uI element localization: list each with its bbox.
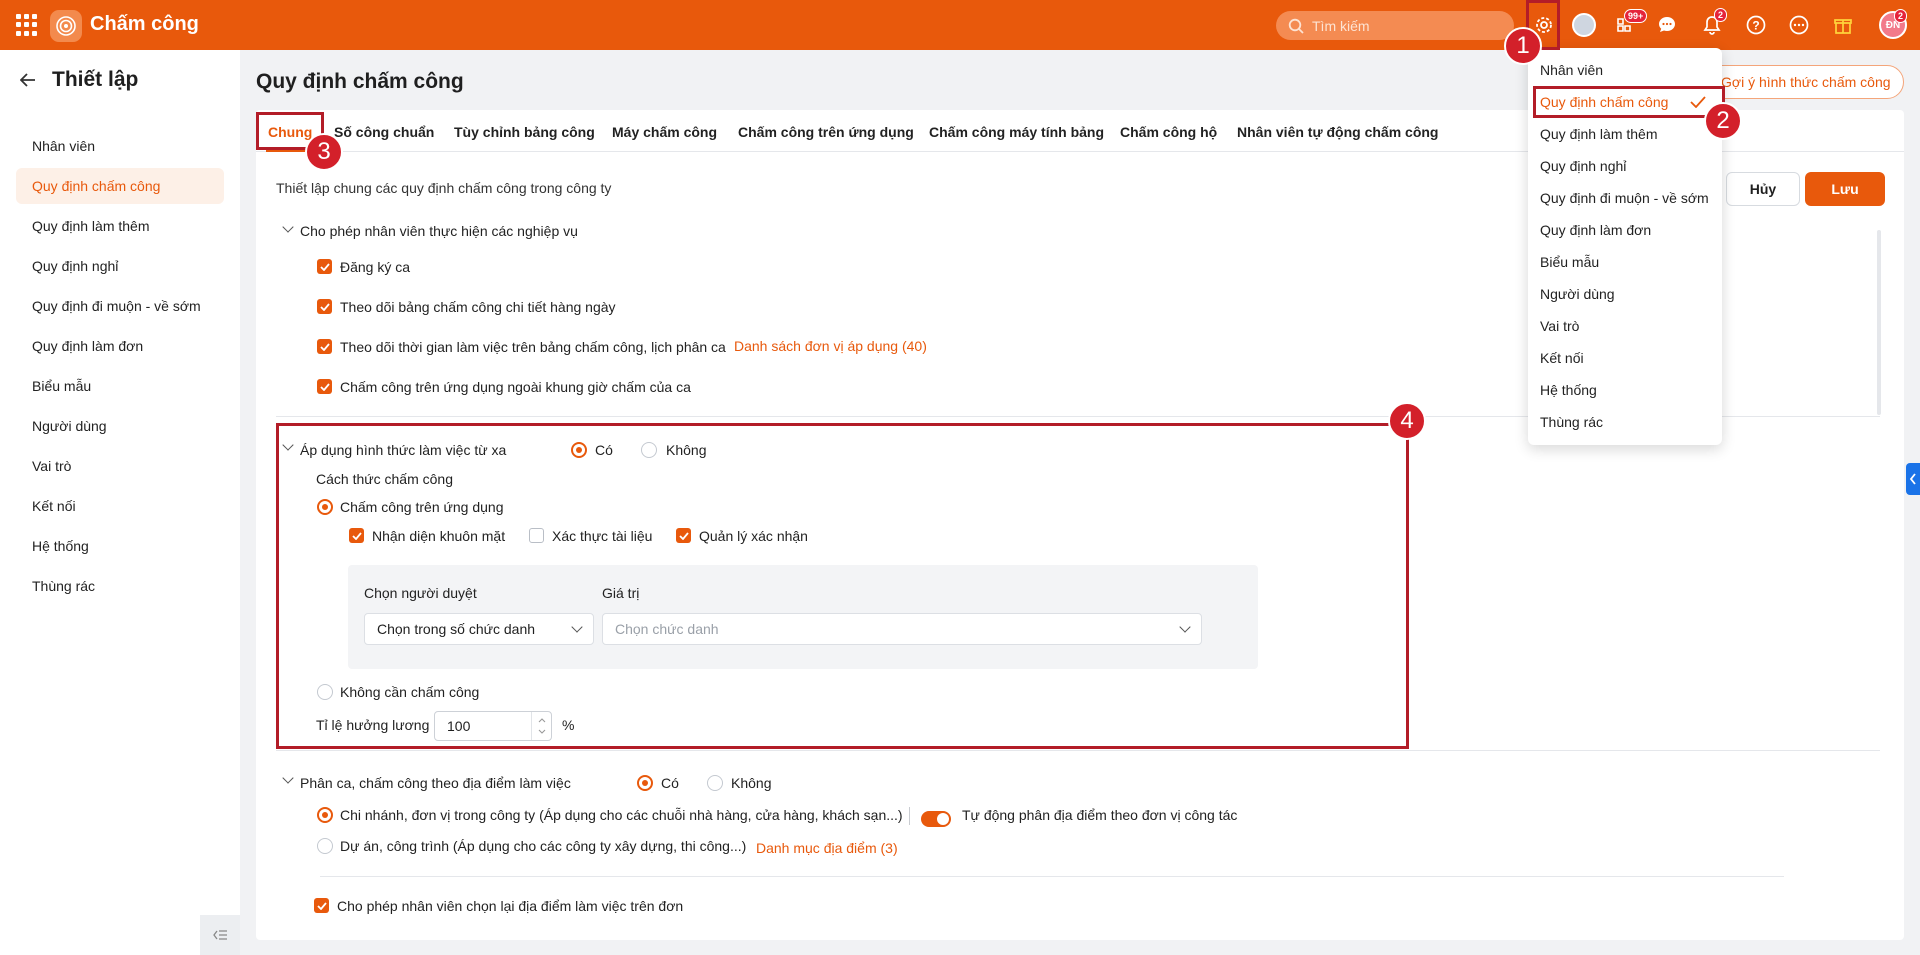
- menu-item-he-thong[interactable]: Hệ thống: [1528, 375, 1722, 405]
- annotation-marker-4: 4: [1388, 402, 1426, 440]
- checkbox-dang-ky-ca[interactable]: [317, 259, 332, 274]
- chevron-down-icon[interactable]: [282, 221, 294, 233]
- location-title: Phân ca, chấm công theo địa điểm làm việ…: [300, 775, 571, 791]
- app-logo-icon: [50, 10, 82, 42]
- gift-icon[interactable]: [1830, 12, 1856, 38]
- label-location-project: Dự án, công trình (Áp dụng cho các công …: [340, 838, 747, 854]
- sidebar-header: Thiết lập: [20, 68, 138, 92]
- link-danh-sach-don-vi[interactable]: Danh sách đơn vị áp dụng (40): [734, 338, 927, 354]
- sidebar-item-bieu-mau[interactable]: Biểu mẫu: [16, 368, 224, 404]
- svg-text:?: ?: [1752, 19, 1759, 33]
- top-bar: Chấm công Tìm kiếm 99+ 2 ? ĐN 2: [0, 0, 1920, 50]
- sidebar-item-nguoi-dung[interactable]: Người dùng: [16, 408, 224, 444]
- sidebar-item-he-thong[interactable]: Hệ thống: [16, 528, 224, 564]
- search-input[interactable]: Tìm kiếm: [1276, 11, 1514, 40]
- sidebar-item-nhan-vien[interactable]: Nhân viên: [16, 128, 224, 164]
- sidebar-title: Thiết lập: [52, 68, 139, 91]
- app-title[interactable]: Chấm công: [90, 13, 199, 36]
- save-button[interactable]: Lưu: [1805, 172, 1885, 206]
- radio-location-project[interactable]: [317, 838, 333, 854]
- apps-icon[interactable]: 99+: [1611, 9, 1648, 38]
- sidebar-item-quy-dinh-lam-don[interactable]: Quy định làm đơn: [16, 328, 224, 364]
- back-arrow-icon[interactable]: [20, 73, 36, 87]
- check-icon: [319, 382, 330, 391]
- radio-location-no[interactable]: [707, 775, 723, 791]
- label-location-yes: Có: [661, 775, 679, 791]
- check-icon: [319, 342, 330, 351]
- menu-item-di-muon-ve-som[interactable]: Quy định đi muộn - về sớm: [1528, 183, 1722, 213]
- menu-item-vai-tro[interactable]: Vai trò: [1528, 311, 1722, 341]
- menu-item-nguoi-dung[interactable]: Người dùng: [1528, 279, 1722, 309]
- radio-location-yes[interactable]: [637, 775, 653, 791]
- label-location-branch: Chi nhánh, đơn vị trong công ty (Áp dụng…: [340, 807, 903, 823]
- sidebar-item-thung-rac[interactable]: Thùng rác: [16, 568, 224, 604]
- label-dang-ky-ca: Đăng ký ca: [340, 259, 411, 275]
- sidebar-item-quy-dinh-nghi[interactable]: Quy định nghỉ: [16, 248, 224, 284]
- app-grid-icon[interactable]: [16, 14, 38, 36]
- help-icon[interactable]: ?: [1743, 12, 1769, 38]
- scrollbar[interactable]: [1877, 230, 1881, 415]
- chevron-down-icon[interactable]: [282, 772, 294, 784]
- menu-item-ket-noi[interactable]: Kết nối: [1528, 343, 1722, 373]
- sidebar-item-quy-dinh-lam-them[interactable]: Quy định làm thêm: [16, 208, 224, 244]
- annotation-marker-2: 2: [1704, 102, 1742, 140]
- label-allow-reselect: Cho phép nhân viên chọn lại địa điểm làm…: [337, 898, 684, 914]
- label-cham-cong-ngoai-khung-gio: Chấm công trên ứng dụng ngoài khung giờ …: [340, 379, 691, 395]
- menu-item-nhan-vien[interactable]: Nhân viên: [1528, 55, 1722, 85]
- side-panel-toggle-icon[interactable]: [1906, 463, 1920, 495]
- tab-cham-cong-ung-dung[interactable]: Chấm công trên ứng dụng: [738, 124, 914, 140]
- auto-assign-toggle[interactable]: [921, 811, 951, 827]
- search-placeholder: Tìm kiếm: [1312, 17, 1370, 34]
- check-icon: [316, 901, 327, 910]
- menu-item-quy-dinh-lam-don[interactable]: Quy định làm đơn: [1528, 215, 1722, 245]
- tab-may-cham-cong[interactable]: Máy chấm công: [612, 124, 717, 140]
- page-title: Quy định chấm công: [256, 70, 464, 93]
- checkbox-theo-doi-bang-cham-cong[interactable]: [317, 299, 332, 314]
- section-divider: [320, 876, 1784, 877]
- label-auto-assign: Tự động phân địa điểm theo đơn vị công t…: [962, 807, 1238, 823]
- sidebar-item-di-muon-ve-som[interactable]: Quy định đi muộn - về sớm: [16, 288, 224, 324]
- label-theo-doi-thoi-gian: Theo dõi thời gian làm việc trên bảng ch…: [340, 339, 726, 355]
- annotation-box-remote-section: [276, 423, 1409, 749]
- menu-item-quy-dinh-nghi[interactable]: Quy định nghỉ: [1528, 151, 1722, 181]
- check-icon: [319, 262, 330, 271]
- tab-cham-cong-may-tinh-bang[interactable]: Chấm công máy tính bảng: [929, 124, 1104, 140]
- sidebar-item-vai-tro[interactable]: Vai trò: [16, 448, 224, 484]
- menu-item-bieu-mau[interactable]: Biểu mẫu: [1528, 247, 1722, 277]
- label-location-no: Không: [731, 775, 772, 791]
- sidebar: Thiết lập Nhân viên Quy định chấm công Q…: [0, 50, 240, 955]
- checkbox-theo-doi-thoi-gian[interactable]: [317, 339, 332, 354]
- annotation-marker-3: 3: [305, 133, 343, 171]
- chat-icon[interactable]: [1654, 12, 1680, 38]
- label-theo-doi-bang-cham-cong: Theo dõi bảng chấm công chi tiết hàng ng…: [340, 299, 616, 315]
- checkbox-allow-reselect[interactable]: [314, 898, 329, 913]
- bell-icon[interactable]: 2: [1699, 8, 1728, 38]
- tab-so-cong-chuan[interactable]: Số công chuẩn: [334, 124, 434, 140]
- general-description: Thiết lập chung các quy định chấm công t…: [276, 180, 612, 196]
- more-icon[interactable]: [1786, 12, 1812, 38]
- tab-nv-tu-dong-cham-cong[interactable]: Nhân viên tự động chấm công: [1237, 124, 1438, 140]
- annotation-marker-1: 1: [1504, 27, 1542, 65]
- menu-item-thung-rac[interactable]: Thùng rác: [1528, 407, 1722, 437]
- radio-location-branch[interactable]: [317, 807, 333, 823]
- section-allow-operations-title: Cho phép nhân viên thực hiện các nghiệp …: [300, 223, 578, 239]
- annotation-box-menu-item: [1533, 86, 1725, 118]
- link-danh-muc-dia-diem[interactable]: Danh mục địa điểm (3): [756, 840, 898, 856]
- sidebar-item-ket-noi[interactable]: Kết nối: [16, 488, 224, 524]
- search-icon: [1288, 18, 1304, 34]
- apps-badge: 99+: [1624, 9, 1648, 23]
- notification-badge: 2: [1714, 8, 1728, 22]
- user-avatar-small-icon[interactable]: [1571, 12, 1597, 38]
- separator: [909, 807, 910, 825]
- sidebar-item-quy-dinh-cham-cong[interactable]: Quy định chấm công: [16, 168, 224, 204]
- check-icon: [319, 302, 330, 311]
- avatar-badge: 2: [1894, 9, 1908, 23]
- tab-cham-cong-ho[interactable]: Chấm công hộ: [1120, 124, 1217, 140]
- tab-tuy-chinh-bang-cong[interactable]: Tùy chỉnh bảng công: [454, 124, 595, 140]
- collapse-sidebar-icon[interactable]: [200, 915, 240, 955]
- section-divider: [276, 750, 1880, 751]
- checkbox-cham-cong-ngoai-khung-gio[interactable]: [317, 379, 332, 394]
- menu-item-quy-dinh-lam-them[interactable]: Quy định làm thêm: [1528, 119, 1722, 149]
- cancel-button[interactable]: Hủy: [1726, 172, 1800, 206]
